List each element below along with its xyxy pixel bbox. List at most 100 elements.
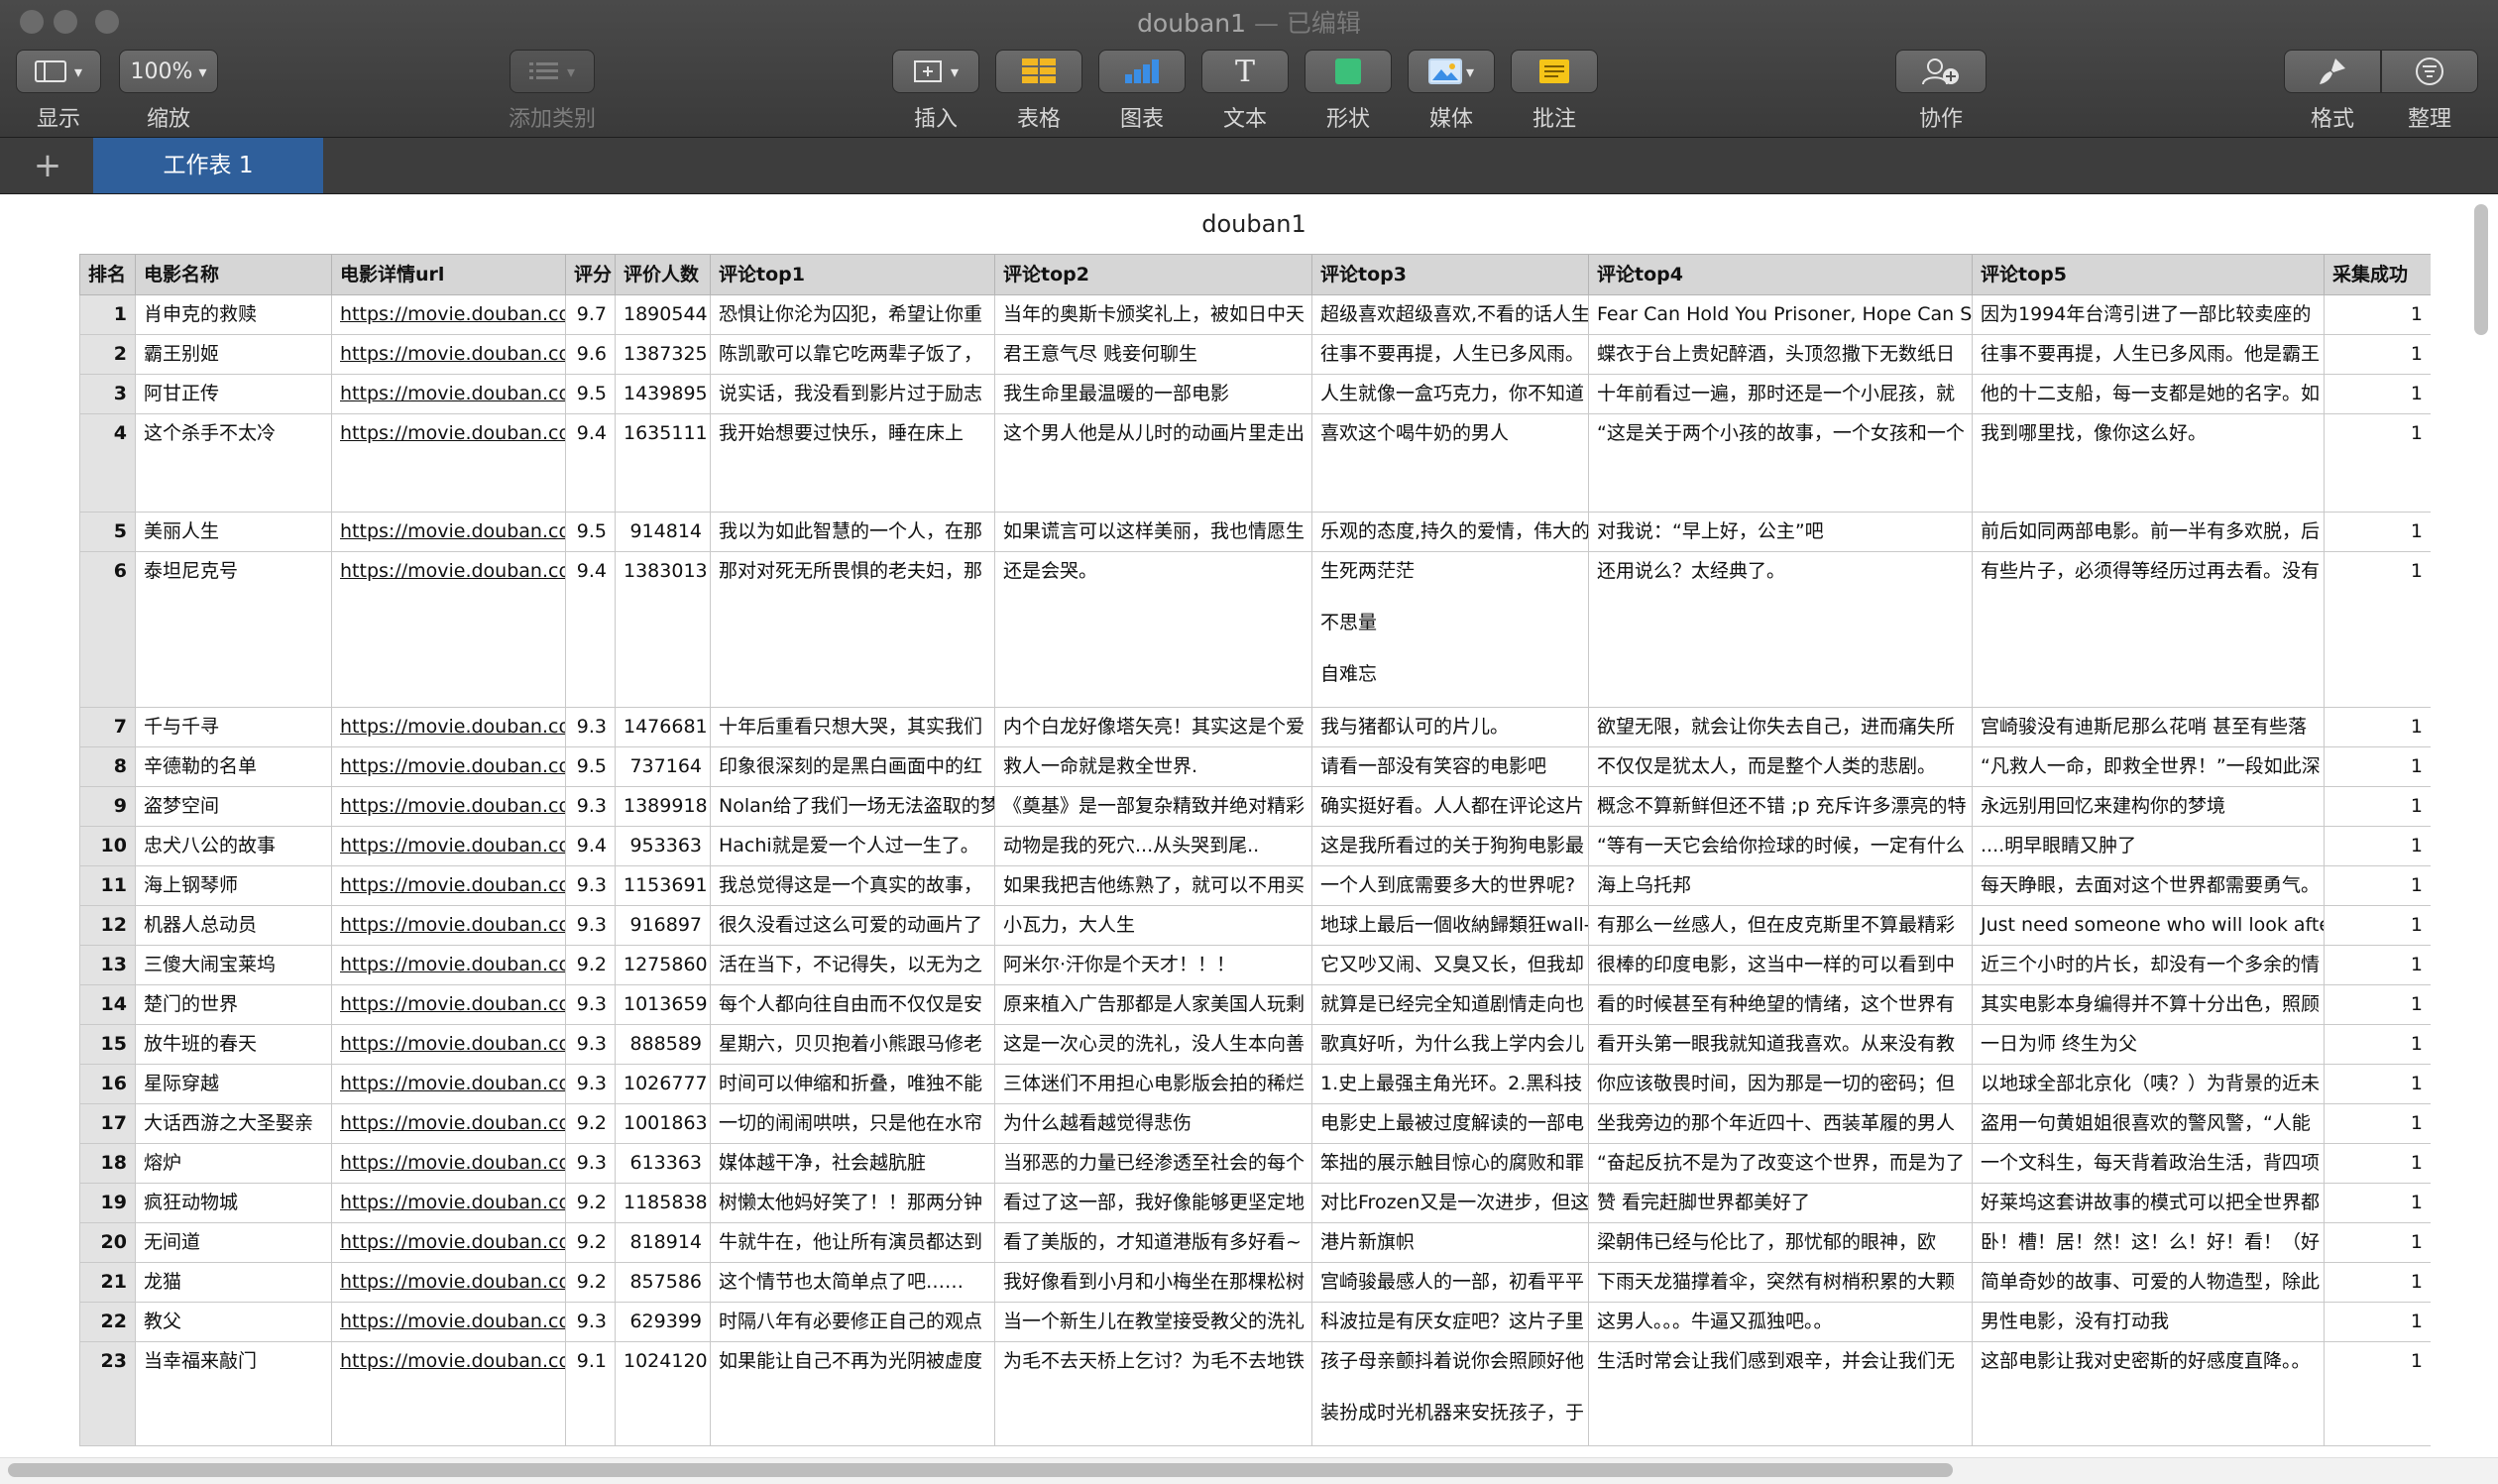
- table-cell-c3[interactable]: 宫崎骏最感人的一部，初看平平: [1311, 1262, 1589, 1303]
- table-cell-c5[interactable]: 一日为师 终生为父: [1972, 1024, 2325, 1065]
- table-cell-c2[interactable]: 小瓦力，大人生: [994, 905, 1312, 946]
- table-cell-name[interactable]: 无间道: [135, 1222, 332, 1263]
- table-cell-rank[interactable]: 4: [79, 413, 136, 513]
- table-cell-url[interactable]: https://movie.douban.com: [331, 1183, 566, 1223]
- table-cell-c2[interactable]: 还是会哭。: [994, 551, 1312, 708]
- table-cell-c5[interactable]: 我到哪里找，像你这么好。: [1972, 413, 2325, 513]
- table-cell-c1[interactable]: 很久没看过这么可爱的动画片了: [710, 905, 995, 946]
- table-cell-c5[interactable]: 一个文科生，每天背着政治生活，背四项: [1972, 1143, 2325, 1184]
- table-cell-ok[interactable]: 1: [2324, 334, 2431, 375]
- table-cell-name[interactable]: 这个杀手不太冷: [135, 413, 332, 513]
- table-cell-url[interactable]: https://movie.douban.com: [331, 374, 566, 414]
- table-cell-c5[interactable]: 往事不要再提，人生已多风雨。他是霸王: [1972, 334, 2325, 375]
- table-cell-count[interactable]: 1476681: [615, 707, 711, 747]
- column-header[interactable]: 采集成功: [2324, 254, 2431, 295]
- media-button[interactable]: ▾: [1408, 50, 1495, 93]
- table-cell-c2[interactable]: 动物是我的死穴...从头哭到尾..: [994, 826, 1312, 866]
- add-category-button[interactable]: ▾: [510, 50, 595, 93]
- table-cell-ok[interactable]: 1: [2324, 865, 2431, 906]
- table-cell-c5[interactable]: 盗用一句黄姐姐很喜欢的警风警，“人能: [1972, 1103, 2325, 1144]
- table-cell-name[interactable]: 放牛班的春天: [135, 1024, 332, 1065]
- table-cell-count[interactable]: 1026777: [615, 1064, 711, 1104]
- table-cell-c4[interactable]: 十年前看过一遍，那时还是一个小屁孩，就: [1588, 374, 1973, 414]
- table-cell-name[interactable]: 千与千寻: [135, 707, 332, 747]
- table-cell-rank[interactable]: 16: [79, 1064, 136, 1104]
- table-cell-count[interactable]: 953363: [615, 826, 711, 866]
- table-cell-ok[interactable]: 1: [2324, 1341, 2431, 1446]
- table-cell-ok[interactable]: 1: [2324, 551, 2431, 708]
- table-cell-c4[interactable]: “等有一天它会给你捡球的时候，一定有什么: [1588, 826, 1973, 866]
- table-cell-c4[interactable]: 对我说：“早上好，公主”吧: [1588, 512, 1973, 552]
- table-cell-ok[interactable]: 1: [2324, 1103, 2431, 1144]
- table-cell-rank[interactable]: 1: [79, 294, 136, 335]
- table-cell-rank[interactable]: 15: [79, 1024, 136, 1065]
- table-title[interactable]: douban1: [1160, 210, 1348, 238]
- table-cell-score[interactable]: 9.7: [565, 294, 616, 335]
- table-cell-name[interactable]: 盗梦空间: [135, 786, 332, 827]
- column-header[interactable]: 评论top3: [1311, 254, 1589, 295]
- table-cell-c4[interactable]: 很棒的印度电影，这当中一样的可以看到中: [1588, 945, 1973, 985]
- table-cell-c4[interactable]: 有那么一丝感人，但在皮克斯里不算最精彩: [1588, 905, 1973, 946]
- view-button[interactable]: ▾: [16, 50, 101, 93]
- table-cell-c3[interactable]: 科波拉是有厌女症吧？这片子里: [1311, 1302, 1589, 1342]
- table-cell-score[interactable]: 9.3: [565, 865, 616, 906]
- table-cell-c4[interactable]: 欲望无限，就会让你失去自己，进而痛失所: [1588, 707, 1973, 747]
- table-cell-ok[interactable]: 1: [2324, 1064, 2431, 1104]
- table-cell-rank[interactable]: 6: [79, 551, 136, 708]
- table-cell-c2[interactable]: 阿米尔·汗你是个天才！！！: [994, 945, 1312, 985]
- table-cell-c5[interactable]: 前后如同两部电影。前一半有多欢脱，后: [1972, 512, 2325, 552]
- table-cell-score[interactable]: 9.3: [565, 1064, 616, 1104]
- table-cell-count[interactable]: 888589: [615, 1024, 711, 1065]
- table-cell-rank[interactable]: 20: [79, 1222, 136, 1263]
- table-cell-score[interactable]: 9.6: [565, 334, 616, 375]
- table-cell-c5[interactable]: 永远别用回忆来建构你的梦境: [1972, 786, 2325, 827]
- table-cell-c2[interactable]: 这是一次心灵的洗礼，没人生本向善: [994, 1024, 1312, 1065]
- table-cell-count[interactable]: 1013659: [615, 984, 711, 1025]
- table-cell-c5[interactable]: 好莱坞这套讲故事的模式可以把全世界都: [1972, 1183, 2325, 1223]
- table-cell-score[interactable]: 9.3: [565, 786, 616, 827]
- table-cell-name[interactable]: 当幸福来敲门: [135, 1341, 332, 1446]
- horizontal-scrollbar[interactable]: [8, 1463, 1953, 1477]
- table-cell-ok[interactable]: 1: [2324, 905, 2431, 946]
- table-cell-count[interactable]: 818914: [615, 1222, 711, 1263]
- table-cell-c3[interactable]: 歌真好听，为什么我上学内会儿: [1311, 1024, 1589, 1065]
- table-cell-ok[interactable]: 1: [2324, 707, 2431, 747]
- table-cell-c1[interactable]: 媒体越干净，社会越肮脏: [710, 1143, 995, 1184]
- table-cell-url[interactable]: https://movie.douban.com: [331, 1262, 566, 1303]
- table-cell-score[interactable]: 9.2: [565, 1183, 616, 1223]
- table-cell-url[interactable]: https://movie.douban.com: [331, 786, 566, 827]
- table-cell-c2[interactable]: 救人一命就是救全世界.: [994, 746, 1312, 787]
- table-cell-score[interactable]: 9.2: [565, 1103, 616, 1144]
- table-cell-c3[interactable]: 生死两茫茫 不思量 自难忘: [1311, 551, 1589, 708]
- vertical-scrollbar[interactable]: [2474, 204, 2488, 335]
- table-cell-c4[interactable]: 蝶衣于台上贵妃醉酒，头顶忽撒下无数纸日: [1588, 334, 1973, 375]
- table-cell-rank[interactable]: 17: [79, 1103, 136, 1144]
- table-cell-ok[interactable]: 1: [2324, 1183, 2431, 1223]
- table-cell-count[interactable]: 1635111: [615, 413, 711, 513]
- table-cell-name[interactable]: 教父: [135, 1302, 332, 1342]
- table-cell-c3[interactable]: 确实挺好看。人人都在评论这片: [1311, 786, 1589, 827]
- table-cell-c1[interactable]: 我总觉得这是一个真实的故事，: [710, 865, 995, 906]
- table-cell-c2[interactable]: 三体迷们不用担心电影版会拍的稀烂: [994, 1064, 1312, 1104]
- table-cell-c5[interactable]: Just need someone who will look after: [1972, 905, 2325, 946]
- table-cell-url[interactable]: https://movie.douban.com: [331, 746, 566, 787]
- table-cell-url[interactable]: https://movie.douban.com: [331, 865, 566, 906]
- table-cell-url[interactable]: https://movie.douban.com: [331, 1341, 566, 1446]
- table-cell-url[interactable]: https://movie.douban.com: [331, 1064, 566, 1104]
- table-cell-rank[interactable]: 3: [79, 374, 136, 414]
- table-cell-c1[interactable]: 如果能让自己不再为光阴被虚度: [710, 1341, 995, 1446]
- table-cell-score[interactable]: 9.2: [565, 945, 616, 985]
- table-cell-c3[interactable]: 人生就像一盒巧克力，你不知道: [1311, 374, 1589, 414]
- column-header[interactable]: 评分: [565, 254, 616, 295]
- table-cell-c4[interactable]: 还用说么？太经典了。: [1588, 551, 1973, 708]
- table-cell-score[interactable]: 9.3: [565, 905, 616, 946]
- table-cell-c3[interactable]: 这是我所看过的关于狗狗电影最: [1311, 826, 1589, 866]
- table-cell-score[interactable]: 9.4: [565, 826, 616, 866]
- spreadsheet-table[interactable]: 排名 电影名称 电影详情url 评分 评价人数 评论top1 评论top2 评论…: [79, 254, 2431, 1453]
- table-cell-c1[interactable]: 那对对死无所畏惧的老夫妇，那: [710, 551, 995, 708]
- table-cell-c1[interactable]: 说实话，我没看到影片过于励志: [710, 374, 995, 414]
- table-cell-c1[interactable]: 我以为如此智慧的一个人，在那: [710, 512, 995, 552]
- table-cell-c1[interactable]: Hachi就是爱一个人过一生了。: [710, 826, 995, 866]
- table-cell-name[interactable]: 疯狂动物城: [135, 1183, 332, 1223]
- table-cell-ok[interactable]: 1: [2324, 786, 2431, 827]
